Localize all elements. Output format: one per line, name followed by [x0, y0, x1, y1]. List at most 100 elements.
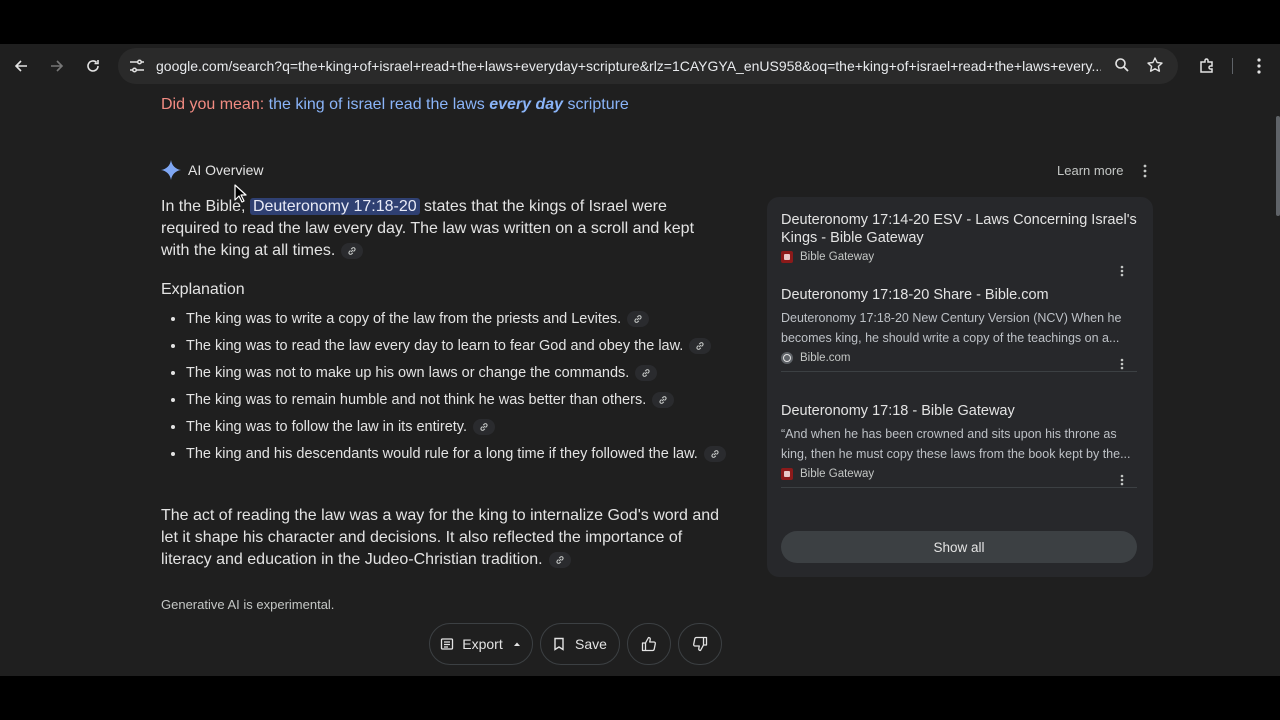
divider [781, 371, 1137, 372]
source-card-site-name: Bible.com [800, 352, 851, 364]
did-you-mean-label: Did you mean: [161, 96, 265, 113]
gemini-sparkle-icon [161, 160, 181, 180]
site-info-icon[interactable] [128, 57, 146, 80]
list-item-text: The king was to read the law every day t… [186, 338, 684, 354]
link-icon [634, 315, 642, 324]
caret-up-icon [513, 642, 520, 646]
list-item-text: The king was to remain humble and not th… [186, 392, 647, 408]
source-card-menu-button[interactable] [1115, 356, 1129, 372]
page-scrollbar[interactable] [1276, 116, 1280, 216]
vertical-dots-icon [1120, 358, 1124, 370]
arrow-right-icon [51, 60, 64, 72]
bible-gateway-favicon-icon [781, 251, 793, 263]
list-item: The king was to remain humble and not th… [186, 390, 746, 410]
conclusion-text: The act of reading the law was a way for… [161, 507, 720, 568]
extensions-button[interactable] [1196, 55, 1218, 77]
save-button[interactable]: Save [540, 623, 620, 665]
ai-overview-intro: In the Bible, Deuteronomy 17:18-20 state… [161, 196, 726, 262]
address-bar[interactable]: google.com/search?q=the+king+of+israel+r… [118, 48, 1178, 84]
citation-link-button[interactable] [341, 242, 364, 259]
list-item: The king was to read the law every day t… [186, 336, 746, 356]
link-icon [555, 555, 564, 564]
citation-link-button[interactable] [548, 551, 571, 568]
thumbs-up-icon [641, 636, 656, 652]
list-item-text: The king was not to make up his own laws… [186, 365, 630, 381]
source-card-site: Bible Gateway [781, 251, 1137, 263]
source-card-title[interactable]: Deuteronomy 17:14-20 ESV - Laws Concerni… [781, 211, 1137, 247]
sources-panel: Deuteronomy 17:14-20 ESV - Laws Concerni… [767, 197, 1153, 577]
link-icon [711, 450, 719, 459]
explanation-list: The king was to write a copy of the law … [161, 309, 746, 471]
search-results-page: Did you mean: the king of israel read th… [0, 88, 1280, 676]
divider [781, 487, 1137, 488]
vertical-dots-icon [1257, 58, 1261, 74]
source-card[interactable]: Deuteronomy 17:18-20 Share - Bible.com D… [781, 286, 1137, 370]
show-all-button[interactable]: Show all [781, 531, 1137, 563]
source-card-site: Bible Gateway [781, 468, 1137, 480]
explanation-heading: Explanation [161, 281, 245, 298]
did-you-mean-link[interactable]: the king of israel read the laws every d… [269, 96, 629, 113]
source-card[interactable]: Deuteronomy 17:14-20 ESV - Laws Concerni… [781, 211, 1137, 277]
thumbs-down-icon [693, 636, 708, 652]
source-card-site: Bible.com [781, 352, 1137, 364]
citation-link-button[interactable] [703, 446, 726, 463]
source-card-site-name: Bible Gateway [800, 251, 875, 263]
citation-link-button[interactable] [652, 392, 675, 409]
highlighted-reference[interactable]: Deuteronomy 17:18-20 [249, 198, 420, 215]
ai-overview-title: AI Overview [188, 162, 264, 178]
vertical-dots-icon [1120, 474, 1124, 486]
reload-button[interactable] [82, 55, 104, 77]
vertical-dots-icon [1120, 265, 1124, 277]
search-icon[interactable] [1114, 57, 1130, 78]
link-icon [348, 246, 356, 255]
thumbs-up-button[interactable] [627, 623, 671, 665]
vertical-dots-icon [1143, 164, 1147, 178]
source-card-title[interactable]: Deuteronomy 17:18-20 Share - Bible.com [781, 286, 1137, 304]
puzzle-icon [1200, 58, 1213, 73]
toolbar-separator [1232, 58, 1233, 74]
learn-more-link[interactable]: Learn more [1057, 163, 1123, 178]
video-letterbox-bottom [0, 676, 1280, 720]
globe-favicon-icon [781, 352, 793, 364]
export-button[interactable]: Export [429, 623, 533, 665]
link-icon [659, 396, 667, 405]
back-button[interactable] [10, 55, 32, 77]
ai-overview-conclusion: The act of reading the law was a way for… [161, 505, 726, 571]
citation-link-button[interactable] [627, 311, 650, 328]
link-icon [696, 342, 704, 351]
browser-menu-button[interactable] [1248, 55, 1270, 77]
list-item-text: The king was to write a copy of the law … [186, 311, 622, 327]
url-text[interactable]: google.com/search?q=the+king+of+israel+r… [156, 58, 1101, 74]
export-label[interactable]: Export [462, 636, 502, 652]
list-item: The king was to write a copy of the law … [186, 309, 746, 329]
citation-link-button[interactable] [473, 419, 495, 436]
did-you-mean-bold[interactable]: every day [489, 96, 563, 113]
ai-overview-menu-button[interactable] [1138, 162, 1152, 180]
thumbs-down-button[interactable] [678, 623, 722, 665]
arrow-left-icon [14, 60, 27, 72]
reload-icon [87, 60, 99, 72]
source-card-menu-button[interactable] [1115, 472, 1129, 488]
video-letterbox-top [0, 0, 1280, 44]
list-item-text: The king was to follow the law in its en… [186, 419, 467, 435]
source-card-menu-button[interactable] [1115, 263, 1129, 279]
generative-ai-disclaimer: Generative AI is experimental. [161, 597, 335, 612]
forward-button[interactable] [46, 55, 68, 77]
source-card-title[interactable]: Deuteronomy 17:18 - Bible Gateway [781, 402, 1137, 420]
citation-link-button[interactable] [635, 365, 658, 382]
did-you-mean: Did you mean: the king of israel read th… [161, 96, 629, 114]
list-item-text: The king and his descendants would rule … [186, 446, 698, 462]
source-card-snippet: “And when he has been crowned and sits u… [781, 427, 1131, 461]
citation-link-button[interactable] [689, 338, 712, 355]
mouse-cursor-icon [234, 184, 247, 203]
bookmark-star-icon[interactable] [1146, 56, 1164, 79]
did-you-mean-text-end[interactable]: scripture [563, 96, 628, 113]
source-card[interactable]: Deuteronomy 17:18 - Bible Gateway “And w… [781, 402, 1137, 486]
list-item: The king was not to make up his own laws… [186, 363, 746, 383]
source-card-snippet: Deuteronomy 17:18-20 New Century Version… [781, 311, 1122, 345]
source-card-site-name: Bible Gateway [800, 468, 875, 480]
bible-gateway-favicon-icon [781, 468, 793, 480]
did-you-mean-text[interactable]: the king of israel read the laws [269, 96, 490, 113]
link-icon [642, 369, 650, 378]
save-label[interactable]: Save [575, 636, 607, 652]
